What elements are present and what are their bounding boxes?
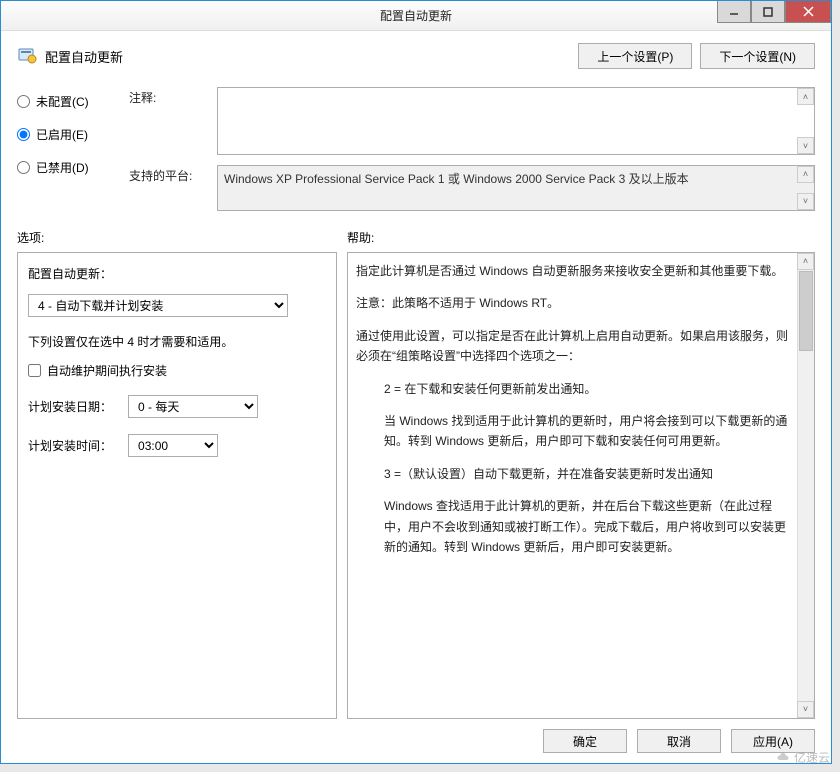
- options-panel: 配置自动更新： 4 - 自动下载并计划安装 下列设置仅在选中 4 时才需要和适用…: [17, 252, 337, 719]
- comment-textarea[interactable]: ˄ ˅: [217, 87, 815, 155]
- help-opt3: 3 =（默认设置）自动下载更新，并在准备安装更新时发出通知: [356, 464, 790, 484]
- radio-disabled[interactable]: 已禁用(D): [17, 159, 129, 176]
- radio-not-configured[interactable]: 未配置(C): [17, 93, 129, 110]
- radio-enabled-label: 已启用(E): [36, 126, 88, 143]
- ok-button[interactable]: 确定: [543, 729, 627, 753]
- state-radios: 未配置(C) 已启用(E) 已禁用(D): [17, 87, 129, 211]
- next-setting-button[interactable]: 下一个设置(N): [700, 43, 815, 69]
- scroll-down-icon[interactable]: ˅: [797, 701, 814, 718]
- help-p2: 注意：此策略不适用于 Windows RT。: [356, 293, 790, 313]
- maximize-button[interactable]: [751, 1, 785, 23]
- scroll-up-icon[interactable]: ˄: [797, 88, 814, 105]
- window-title: 配置自动更新: [380, 7, 452, 24]
- maintenance-checkbox[interactable]: [28, 364, 41, 377]
- radio-enabled-input[interactable]: [17, 128, 30, 141]
- schedule-day-select[interactable]: 0 - 每天: [128, 395, 258, 418]
- platform-row: 支持的平台: Windows XP Professional Service P…: [129, 165, 815, 211]
- help-p3: 通过使用此设置，可以指定是否在此计算机上启用自动更新。如果启用该服务，则必须在“…: [356, 326, 790, 367]
- footer: 确定 取消 应用(A): [17, 719, 815, 753]
- schedule-time-label: 计划安装时间：: [28, 437, 112, 454]
- comment-label: 注释:: [129, 87, 209, 106]
- cancel-button[interactable]: 取消: [637, 729, 721, 753]
- titlebar[interactable]: 配置自动更新: [1, 1, 831, 31]
- help-opt3-desc: Windows 查找适用于此计算机的更新，并在后台下载这些更新（在此过程中，用户…: [356, 496, 790, 557]
- help-section-label: 帮助:: [347, 229, 374, 246]
- scrollbar-thumb[interactable]: [799, 271, 813, 351]
- help-scrollbar[interactable]: ˄ ˅: [797, 253, 814, 718]
- schedule-time-row: 计划安装时间： 03:00: [28, 434, 326, 457]
- close-button[interactable]: [785, 1, 831, 23]
- help-text[interactable]: 指定此计算机是否通过 Windows 自动更新服务来接收安全更新和其他重要下载。…: [348, 253, 814, 718]
- radio-disabled-input[interactable]: [17, 161, 30, 174]
- schedule-day-label: 计划安装日期：: [28, 398, 112, 415]
- help-opt2-desc: 当 Windows 找到适用于此计算机的更新时，用户将会接到可以下载更新的通知。…: [356, 411, 790, 452]
- schedule-day-row: 计划安装日期： 0 - 每天: [28, 395, 326, 418]
- radio-enabled[interactable]: 已启用(E): [17, 126, 129, 143]
- watermark: 亿速云: [776, 749, 830, 766]
- radio-not-configured-input[interactable]: [17, 95, 30, 108]
- cloud-icon: [776, 751, 790, 765]
- config-row: 未配置(C) 已启用(E) 已禁用(D) 注释: ˄ ˅: [17, 87, 815, 211]
- policy-title: 配置自动更新: [45, 47, 123, 66]
- scroll-down-icon[interactable]: ˅: [797, 137, 814, 154]
- scroll-down-icon[interactable]: ˅: [797, 193, 814, 210]
- supported-platform-box: Windows XP Professional Service Pack 1 或…: [217, 165, 815, 211]
- policy-icon: [17, 46, 37, 66]
- window-buttons: [717, 1, 831, 23]
- comment-row: 注释: ˄ ˅: [129, 87, 815, 155]
- gpo-editor-window: 配置自动更新 配置自动更新 上一个设置(P) 下一个设置(N) 未配置(C): [0, 0, 832, 764]
- configure-select[interactable]: 4 - 自动下载并计划安装: [28, 294, 288, 317]
- right-column: 注释: ˄ ˅ 支持的平台: Windows XP Professional S…: [129, 87, 815, 211]
- scroll-up-icon[interactable]: ˄: [797, 253, 814, 270]
- platform-text: Windows XP Professional Service Pack 1 或…: [224, 172, 689, 186]
- minimize-button[interactable]: [717, 1, 751, 23]
- help-opt2: 2 = 在下载和安装任何更新前发出通知。: [356, 379, 790, 399]
- prev-setting-button[interactable]: 上一个设置(P): [578, 43, 692, 69]
- options-note: 下列设置仅在选中 4 时才需要和适用。: [28, 333, 326, 350]
- content-area: 配置自动更新 上一个设置(P) 下一个设置(N) 未配置(C) 已启用(E) 已…: [1, 31, 831, 763]
- header-row: 配置自动更新 上一个设置(P) 下一个设置(N): [17, 43, 815, 69]
- platform-label: 支持的平台:: [129, 165, 209, 184]
- help-panel: 指定此计算机是否通过 Windows 自动更新服务来接收安全更新和其他重要下载。…: [347, 252, 815, 719]
- schedule-time-select[interactable]: 03:00: [128, 434, 218, 457]
- maintenance-checkbox-row[interactable]: 自动维护期间执行安装: [28, 362, 326, 379]
- options-section-label: 选项:: [17, 229, 347, 246]
- radio-not-configured-label: 未配置(C): [36, 93, 89, 110]
- configure-label: 配置自动更新：: [28, 265, 326, 282]
- maintenance-checkbox-label: 自动维护期间执行安装: [47, 362, 167, 379]
- help-p1: 指定此计算机是否通过 Windows 自动更新服务来接收安全更新和其他重要下载。: [356, 261, 790, 281]
- section-labels: 选项: 帮助:: [17, 229, 815, 246]
- radio-disabled-label: 已禁用(D): [36, 159, 89, 176]
- panels: 配置自动更新： 4 - 自动下载并计划安装 下列设置仅在选中 4 时才需要和适用…: [17, 252, 815, 719]
- scroll-up-icon[interactable]: ˄: [797, 166, 814, 183]
